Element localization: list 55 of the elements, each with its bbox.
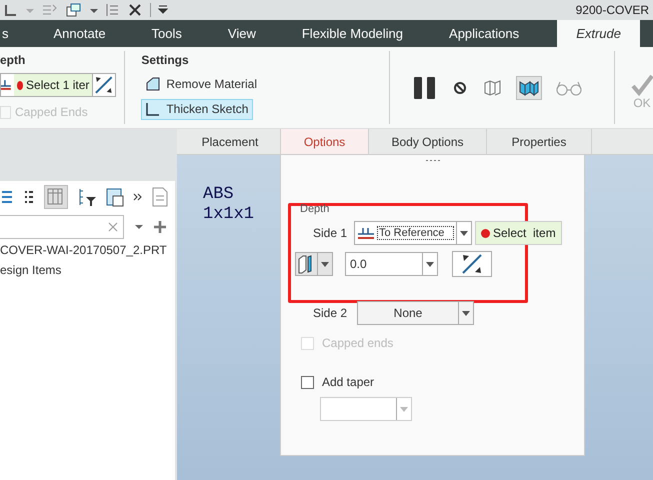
side2-dropdown[interactable]: None: [357, 301, 474, 325]
remove-material-icon: [146, 76, 160, 91]
customize-icon[interactable]: [150, 3, 169, 17]
ribbon-tab[interactable]: s: [0, 20, 30, 47]
window-title: 9200-COVER: [576, 3, 650, 17]
preview-button[interactable]: [516, 76, 542, 100]
search-field[interactable]: [0, 215, 124, 239]
thicken-icon: [146, 102, 160, 116]
flip-direction-button[interactable]: [452, 251, 492, 277]
tree-icon[interactable]: [23, 190, 35, 204]
tree-item[interactable]: COVER-WAI-20170507_2.PRT: [0, 239, 175, 259]
ribbon-tab[interactable]: Extrude: [557, 20, 640, 47]
annotation-text: ABS: [203, 185, 235, 205]
table-icon[interactable]: [106, 187, 124, 207]
select-button[interactable]: Select item: [475, 221, 562, 245]
document-icon[interactable]: [152, 187, 168, 207]
windows-icon[interactable]: [66, 3, 82, 17]
annotation-text: 1x1x1: [203, 205, 254, 225]
clear-icon[interactable]: [108, 222, 118, 232]
more-icon[interactable]: [133, 191, 143, 203]
field-label: Side 2: [313, 306, 348, 320]
dropdown-arrow-icon[interactable]: [134, 223, 144, 231]
depth-value-field[interactable]: 0.0: [345, 252, 438, 276]
group-label: Settings: [141, 53, 189, 67]
ribbon-tab[interactable]: Annotate: [30, 20, 129, 47]
checkbox[interactable]: [301, 376, 314, 388]
list-icon[interactable]: [2, 190, 14, 204]
group-label: epth: [0, 53, 26, 67]
close-icon[interactable]: [128, 3, 142, 17]
dropdown-arrow-icon[interactable]: [462, 310, 470, 316]
ribbon-tab[interactable]: Flexible Modeling: [278, 20, 426, 47]
list-icon[interactable]: [106, 3, 120, 17]
field-label: Side 1: [313, 226, 348, 240]
checkbox-label: Capped ends: [322, 336, 394, 350]
columns-icon[interactable]: [44, 185, 68, 209]
dropdown-arrow-icon[interactable]: [426, 262, 434, 266]
dropdown-arrow-icon[interactable]: [321, 262, 329, 266]
add-icon[interactable]: [154, 221, 166, 233]
depth-option-dropdown[interactable]: [295, 252, 333, 276]
checkbox-label: Add taper: [322, 375, 374, 389]
ribbon-tab[interactable]: View: [204, 20, 279, 47]
ribbon-tab[interactable]: Applications: [426, 20, 542, 47]
dropdown-arrow-icon[interactable]: [460, 230, 468, 236]
tree-item[interactable]: esign Items: [0, 259, 175, 279]
filter-icon[interactable]: [77, 187, 97, 207]
select-button[interactable]: Select 1 iter: [14, 74, 92, 96]
remove-material-button[interactable]: Remove Material: [141, 73, 262, 94]
thicken-sketch-button[interactable]: Thicken Sketch: [141, 98, 254, 120]
ribbon-tab[interactable]: Tools: [128, 20, 205, 47]
dashboard-tab[interactable]: Options: [281, 129, 369, 154]
flip-direction-icon[interactable]: [92, 74, 115, 96]
depth-type-dropdown[interactable]: To Reference: [354, 221, 472, 245]
to-reference-icon: [357, 226, 375, 240]
section-label: Depth: [300, 203, 330, 215]
checkbox-label: Capped Ends: [15, 105, 88, 119]
